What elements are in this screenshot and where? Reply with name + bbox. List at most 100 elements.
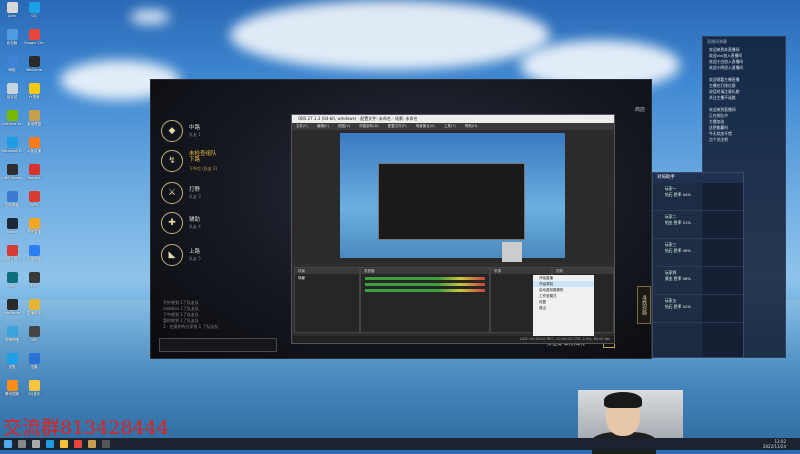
- lane-sub: 队友 5: [189, 256, 201, 261]
- menu-edit[interactable]: 编辑(E): [317, 124, 329, 128]
- app-icon: [6, 191, 18, 202]
- desktop-shortcut[interactable]: Steam: [2, 218, 22, 240]
- desktop-shortcut[interactable]: Google Chrome: [24, 29, 44, 51]
- desktop-shortcut[interactable]: 直播助手: [24, 299, 44, 321]
- shortcut-label: 英雄联盟: [27, 122, 41, 126]
- desktop-shortcut[interactable]: OBS: [24, 326, 44, 348]
- player-stats: 钻石 胜率 49%: [665, 248, 692, 253]
- nested-preview: [378, 163, 525, 240]
- player-card[interactable]: 玩家四 黄金 胜率 56%: [653, 267, 743, 295]
- audio-meter: [365, 283, 485, 286]
- player-card[interactable]: 玩家一 钻石 胜率 54%: [653, 183, 743, 211]
- danmaku-header: 直播间弹幕: [707, 39, 727, 44]
- lane-support-icon: ✚: [161, 212, 183, 234]
- desktop-shortcut[interactable]: 网易云音乐: [2, 245, 22, 267]
- shortcut-label: 百度网盘: [27, 257, 41, 261]
- shortcut-label: 控制面板: [5, 203, 19, 207]
- obs-preview[interactable]: [340, 133, 565, 258]
- player-card[interactable]: 玩家三 钻石 胜率 49%: [653, 239, 743, 267]
- app-icon: [28, 191, 40, 202]
- windows-start-icon[interactable]: [4, 440, 12, 448]
- desktop-shortcut[interactable]: 斗鱼直播: [24, 137, 44, 159]
- desktop-shortcut[interactable]: WeGame: [2, 299, 22, 321]
- lane-top[interactable]: ◣ 上路 队友 5: [161, 244, 261, 266]
- store-button[interactable]: 商店: [635, 106, 645, 113]
- menu-view[interactable]: 视图(V): [338, 124, 350, 128]
- desktop-shortcut[interactable]: Tencent: [24, 164, 44, 186]
- desktop-shortcut[interactable]: LOL: [2, 272, 22, 294]
- lane-label: 上路: [189, 249, 201, 255]
- desktop-shortcut[interactable]: YY语音: [24, 83, 44, 105]
- shortcut-label: 哔哩哔哩: [5, 338, 19, 342]
- desktop-shortcut[interactable]: 英雄联盟: [24, 110, 44, 132]
- desktop-shortcut[interactable]: 虎牙直播: [24, 218, 44, 240]
- clock-date: 2022/11/24: [762, 444, 786, 449]
- app-icon: [28, 2, 40, 13]
- desktop-shortcut[interactable]: QQ: [24, 2, 44, 24]
- lane-jungle[interactable]: ⚔ 打野 队友 3: [161, 182, 261, 204]
- menu-scenes[interactable]: 场景集合(S): [416, 124, 435, 128]
- desktop-shortcut[interactable]: Microsoft Edge: [2, 137, 22, 159]
- app-icon: [6, 245, 18, 256]
- shortcut-label: Microsoft Edge: [2, 149, 22, 153]
- desktop-shortcut[interactable]: WeGame: [24, 56, 44, 78]
- lane-label: 打野: [189, 187, 201, 193]
- obs-icon[interactable]: [102, 440, 110, 448]
- match-helper-panel: 对局助手 玩家一 钻石 胜率 54% 玩家二 铂金 胜率 51% 玩家三 钻石 胜率 49…: [652, 172, 744, 358]
- lane-bottom[interactable]: ↯ 未检查组队 下路 下中位 (队友 2): [161, 150, 261, 172]
- danmaku-list: 欢迎来到本直播间 欢迎vivi加入直播间 欢迎小白加入直播间 欢迎小明进入直播间 欢迎…: [703, 47, 785, 143]
- lane-sub: 队友 1: [189, 132, 201, 137]
- lane-support[interactable]: ✚ 辅助 队友 4: [161, 212, 261, 234]
- desktop-shortcut[interactable]: 控制面板: [2, 191, 22, 213]
- chat-input[interactable]: [159, 338, 277, 352]
- desktop-shortcut[interactable]: 哔哩哔哩: [2, 326, 22, 348]
- desktop-shortcut[interactable]: GeForce Experience: [2, 110, 22, 132]
- obs-window: OBS 27.1.3 (64-bit, windows) - 配置文件: 未命名…: [291, 114, 615, 344]
- lane-label: 未检查组队 下路: [189, 151, 217, 163]
- app-icon: [6, 353, 18, 364]
- edge-icon[interactable]: [46, 440, 54, 448]
- desktop-shortcut[interactable]: 此电脑: [2, 29, 22, 51]
- player-card[interactable]: 玩家五 钻石 胜率 52%: [653, 295, 743, 323]
- explorer-icon[interactable]: [60, 440, 68, 448]
- menu-docks[interactable]: 停靠部件(D): [359, 124, 378, 128]
- app-icon: [6, 299, 18, 310]
- desktop-shortcut[interactable]: QQ音乐: [24, 380, 44, 402]
- app-icon: [28, 299, 40, 310]
- desktop-shortcut[interactable]: OBS Studio: [2, 164, 22, 186]
- app-icon: [6, 29, 18, 40]
- desktop-shortcut[interactable]: 优酷: [2, 353, 22, 375]
- context-menu: 开始直播 开始录制 启动虚拟摄像机 工作室模式 设置 退出: [533, 275, 594, 337]
- scene-item[interactable]: 场景: [295, 274, 359, 283]
- menu-help[interactable]: 帮助(H): [465, 124, 477, 128]
- desktop-shortcut[interactable]: 腾讯视频: [2, 380, 22, 402]
- context-menu-item[interactable]: 退出: [533, 305, 594, 311]
- menu-profile[interactable]: 配置文件(P): [388, 124, 407, 128]
- search-icon[interactable]: [18, 440, 26, 448]
- chrome-icon[interactable]: [74, 440, 82, 448]
- lane-sub: 队友 3: [189, 194, 201, 199]
- find-match-button[interactable]: 寻找对局: [637, 286, 651, 324]
- desktop-shortcut[interactable]: Adm: [2, 2, 22, 24]
- desktop-shortcut[interactable]: TGP: [24, 272, 44, 294]
- app-icon: [28, 137, 40, 148]
- lane-sub: 队友 4: [189, 224, 201, 229]
- lane-mid[interactable]: ◆ 中路 队友 1: [161, 120, 261, 142]
- player-stats: 钻石 胜率 54%: [665, 192, 692, 197]
- player-card[interactable]: 玩家二 铂金 胜率 51%: [653, 211, 743, 239]
- menu-tools[interactable]: 工具(T): [444, 124, 456, 128]
- desktop-shortcut[interactable]: 回收站: [2, 83, 22, 105]
- clock[interactable]: 13:02 2022/11/24: [763, 439, 786, 449]
- task-view-icon[interactable]: [32, 440, 40, 448]
- player-stats: 黄金 胜率 56%: [665, 276, 692, 281]
- desktop-shortcut[interactable]: 网络: [2, 56, 22, 78]
- menu-file[interactable]: 文件(F): [296, 124, 308, 128]
- wegame-icon[interactable]: [88, 440, 96, 448]
- lane-sub: 下中位 (队友 2): [189, 166, 218, 171]
- app-icon: [28, 164, 40, 175]
- shortcut-label: WeGame: [26, 68, 42, 72]
- desktop-shortcut[interactable]: 迅雷: [24, 353, 44, 375]
- webcam-thumbnail: [502, 242, 522, 262]
- desktop-shortcut[interactable]: 百度网盘: [24, 245, 44, 267]
- desktop-shortcut[interactable]: WPS: [24, 191, 44, 213]
